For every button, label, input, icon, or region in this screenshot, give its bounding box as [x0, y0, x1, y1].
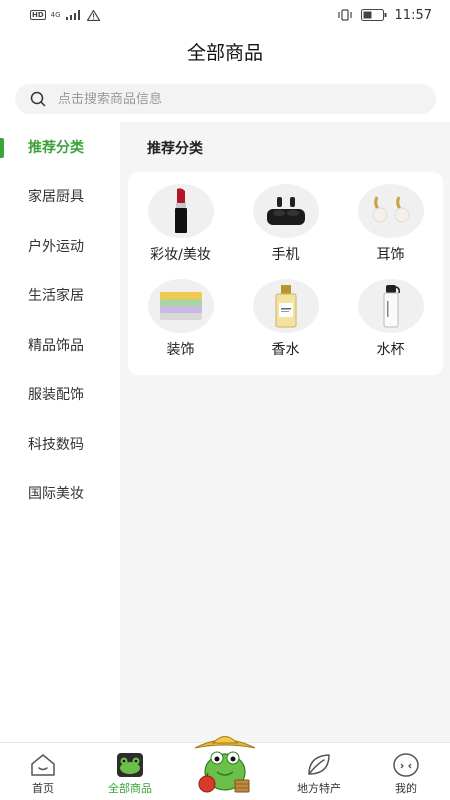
tab-icon: [116, 751, 144, 779]
tab-label: 地方特产: [297, 782, 341, 795]
sidebar-item-label: 国际美妆: [28, 486, 84, 503]
status-left: HD 4G: [30, 9, 100, 21]
earrings-icon: [372, 196, 409, 223]
tab-label: 全部商品: [108, 782, 152, 795]
category-item-phone[interactable]: 手机: [233, 184, 338, 279]
category-label: 耳饰: [376, 247, 405, 263]
category-label: 水杯: [376, 342, 405, 358]
sidebar-item-apparel[interactable]: 服装配饰: [0, 370, 120, 420]
tab-label: 我的: [395, 782, 417, 795]
tab-home[interactable]: 首页: [3, 743, 83, 800]
search-icon: [30, 91, 46, 107]
tab-mine[interactable]: 我的: [366, 743, 446, 800]
sidebar-item-living-home[interactable]: 生活家居: [0, 271, 120, 321]
sidebar-item-outdoor-sports[interactable]: 户外运动: [0, 221, 120, 271]
towels-icon: [159, 292, 202, 320]
search-bar[interactable]: [15, 84, 436, 114]
category-item-cup[interactable]: 水杯: [338, 279, 443, 374]
category-thumb: [252, 184, 319, 238]
leaf-icon: [308, 754, 330, 775]
home-icon: [31, 754, 55, 776]
sidebar-item-jewelry[interactable]: 精品饰品: [0, 320, 120, 370]
tab-label: 首页: [32, 782, 54, 795]
category-item-perfume[interactable]: 香水: [233, 279, 338, 374]
category-thumb: [147, 279, 214, 333]
frog-icon: [117, 753, 143, 777]
category-label: 彩妆/美妆: [150, 247, 211, 263]
hd-badge: HD: [30, 10, 46, 20]
category-card: 彩妆/美妆 手机 耳饰 装饰 香水 水杯: [128, 172, 443, 375]
sidebar-item-label: 推荐分类: [28, 139, 84, 156]
status-right: 11:57: [337, 8, 432, 23]
category-thumb: [357, 184, 424, 238]
sidebar-item-recommended[interactable]: 推荐分类: [0, 122, 120, 172]
mascot-icon[interactable]: [185, 728, 265, 798]
vibrate-icon: [337, 9, 352, 21]
status-bar: HD 4G 11:57: [0, 0, 450, 30]
category-item-decoration[interactable]: 装饰: [128, 279, 233, 374]
content-area: 推荐分类 家居厨具 户外运动 生活家居 精品饰品 服装配饰 科技数码 国际美妆 …: [0, 122, 450, 742]
category-item-makeup[interactable]: 彩妆/美妆: [128, 184, 233, 279]
network-type: 4G: [50, 10, 61, 19]
tab-local-specialties[interactable]: 地方特产: [279, 743, 359, 800]
page-title: 全部商品: [186, 42, 263, 64]
category-label: 装饰: [166, 342, 195, 358]
sidebar-item-label: 精品饰品: [28, 337, 84, 354]
water-bottle-icon: [383, 285, 400, 328]
sidebar-item-label: 科技数码: [28, 436, 84, 453]
lipstick-icon: [174, 188, 187, 233]
sidebar-item-label: 家居厨具: [28, 189, 84, 206]
sidebar-item-cosmetics[interactable]: 国际美妆: [0, 469, 120, 519]
category-sidebar: 推荐分类 家居厨具 户外运动 生活家居 精品饰品 服装配饰 科技数码 国际美妆: [0, 122, 120, 742]
category-label: 香水: [271, 342, 300, 358]
face-icon: [393, 753, 419, 777]
category-label: 手机: [271, 247, 300, 263]
tab-icon: [392, 751, 420, 779]
signal-icon: [65, 10, 80, 20]
tab-icon: [29, 751, 57, 779]
sidebar-item-home-kitchen[interactable]: 家居厨具: [0, 172, 120, 222]
search-input[interactable]: [58, 91, 378, 107]
category-thumb: [252, 279, 319, 333]
category-item-earrings[interactable]: 耳饰: [338, 184, 443, 279]
battery-icon: [360, 9, 387, 21]
section-title: 推荐分类: [147, 141, 203, 157]
category-grid: 彩妆/美妆 手机 耳饰 装饰 香水 水杯: [128, 172, 443, 374]
sidebar-item-tech[interactable]: 科技数码: [0, 419, 120, 469]
tab-all-products[interactable]: 全部商品: [90, 743, 170, 800]
category-thumb: [147, 184, 214, 238]
perfume-icon: [275, 285, 296, 328]
category-main-pane: 推荐分类 彩妆/美妆 手机 耳饰 装饰 香水 水杯: [120, 122, 450, 742]
sidebar-item-label: 服装配饰: [28, 387, 84, 404]
earbuds-icon: [266, 197, 305, 225]
sidebar-item-label: 户外运动: [28, 238, 84, 255]
clock: 11:57: [394, 7, 432, 23]
sidebar-item-label: 生活家居: [28, 288, 84, 305]
tab-icon: [305, 751, 333, 779]
category-thumb: [357, 279, 424, 333]
warning-icon: [86, 9, 100, 21]
